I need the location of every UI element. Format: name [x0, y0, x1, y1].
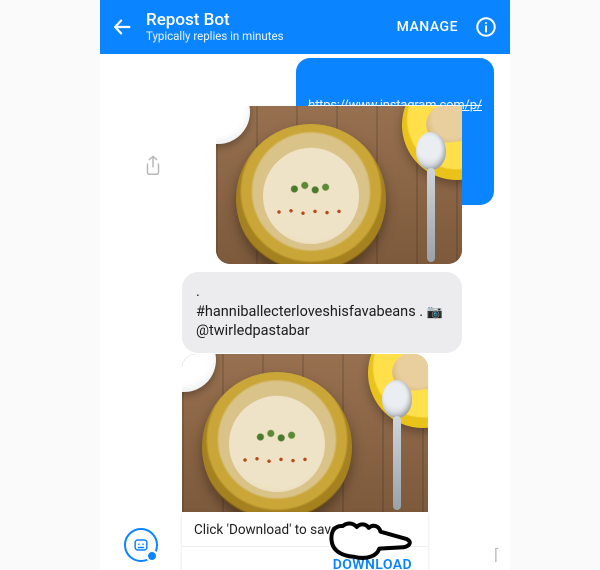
- info-button[interactable]: [472, 13, 500, 41]
- back-button[interactable]: [106, 11, 138, 43]
- header-title-block: Repost Bot Typically replies in minutes: [146, 11, 383, 44]
- caption-handle: @twirledpastabar: [196, 322, 310, 339]
- info-icon: [475, 16, 497, 38]
- chat-header: Repost Bot Typically replies in minutes …: [100, 0, 510, 54]
- camera-emoji-icon: 📷: [427, 304, 443, 322]
- chat-title: Repost Bot: [146, 11, 383, 31]
- partial-edge-glyph: ⌈: [494, 545, 500, 564]
- chat-subtitle: Typically replies in minutes: [146, 30, 383, 43]
- pointer-hand-annotation: [324, 507, 418, 569]
- incoming-image-2[interactable]: [182, 354, 428, 512]
- bot-avatar[interactable]: [124, 528, 158, 562]
- manage-button[interactable]: MANAGE: [391, 19, 464, 35]
- caption-text: . #hanniballecterloveshisfavabeans .: [196, 283, 427, 320]
- arrow-left-icon: [111, 16, 133, 38]
- messenger-badge-icon: [146, 550, 158, 562]
- incoming-caption-bubble[interactable]: . #hanniballecterloveshisfavabeans . 📷 @…: [182, 272, 462, 353]
- messenger-conversation: Repost Bot Typically replies in minutes …: [100, 0, 510, 570]
- messages-area: https://www.instagram.com/p/ BI6GEBzjQ8C…: [100, 54, 510, 570]
- incoming-image-1[interactable]: [216, 106, 462, 264]
- share-icon[interactable]: [142, 154, 164, 182]
